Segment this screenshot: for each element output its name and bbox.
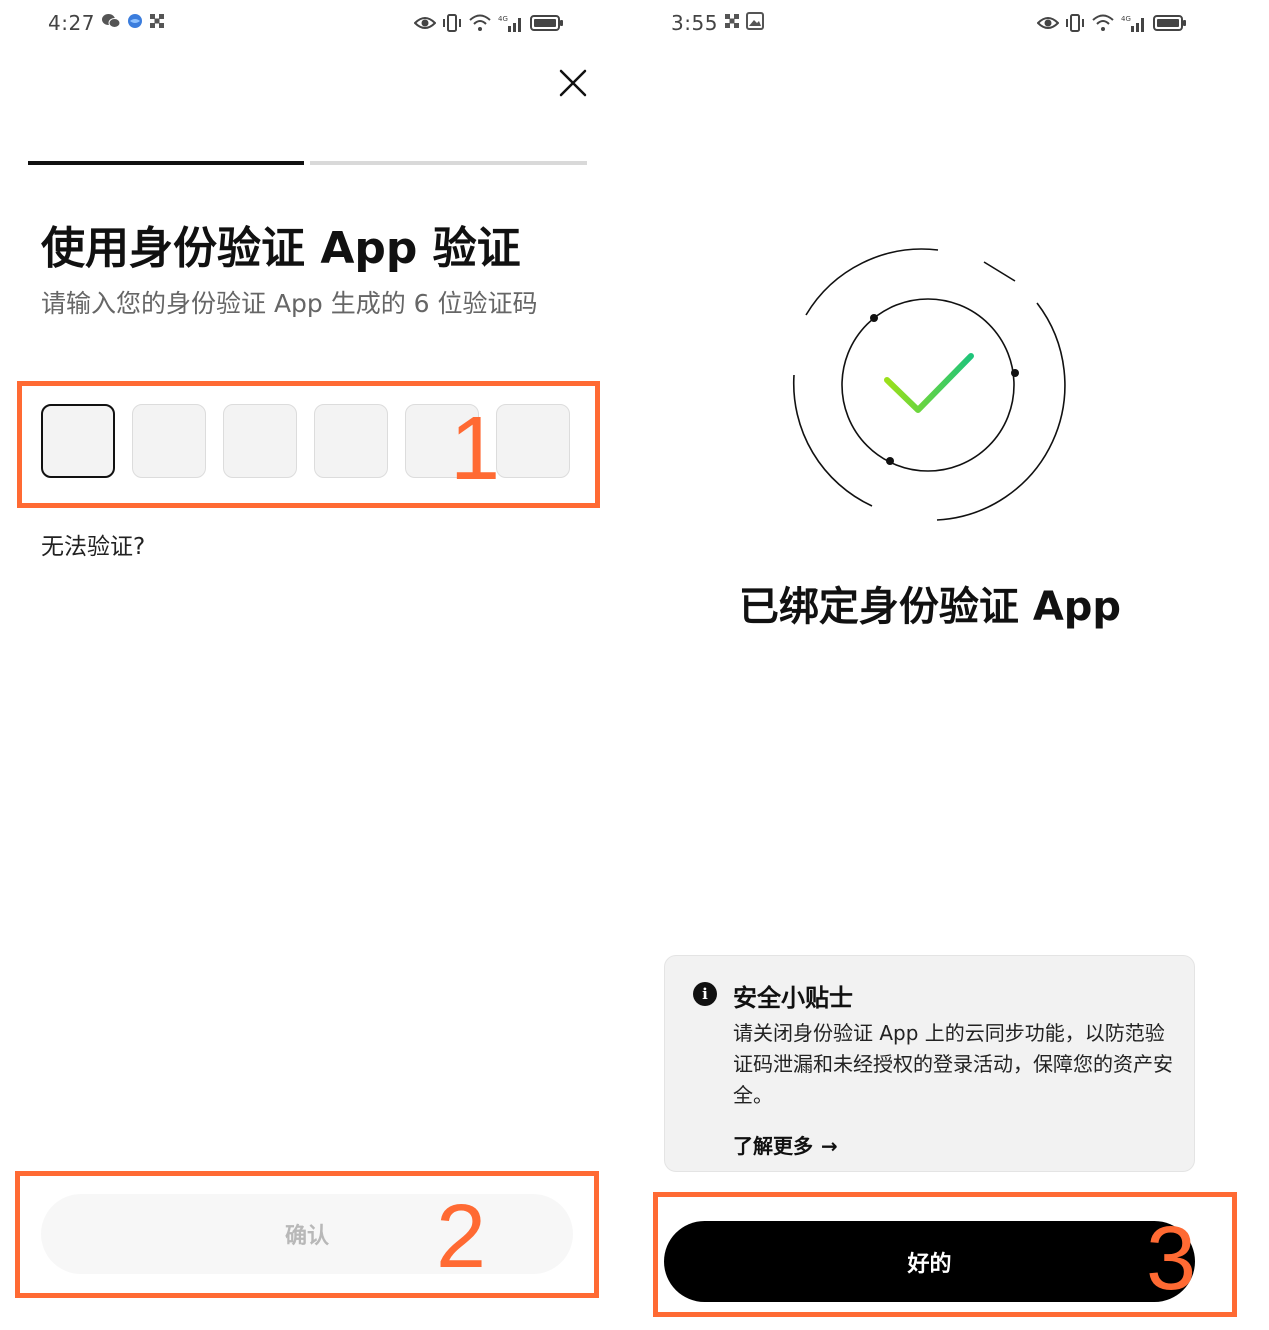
- arrow-right-icon: →: [821, 1134, 838, 1158]
- learn-more-link[interactable]: 了解更多 →: [733, 1130, 838, 1159]
- verify-screen: 4:27 4G 使用身份验证 App 验证 请输入您的身份验证 App 生成的 …: [0, 0, 620, 1330]
- close-icon: [559, 69, 587, 97]
- info-icon: i: [693, 982, 717, 1006]
- vibrate-icon: [1066, 14, 1084, 32]
- annotation-number-2: 2: [436, 1187, 487, 1287]
- wechat-icon: [101, 13, 121, 33]
- wifi-icon: [1092, 14, 1114, 31]
- status-bar-right: 3:55: [671, 6, 764, 40]
- status-time: 3:55: [671, 11, 718, 35]
- app-grid-icon: [724, 13, 740, 33]
- annotation-box-2: [15, 1171, 599, 1298]
- tip-title: 安全小贴士: [733, 984, 853, 1012]
- vibrate-icon: [443, 14, 461, 32]
- status-bar-left: 4:27: [48, 6, 165, 40]
- signal-icon: 4G: [498, 15, 521, 32]
- browser-icon: [127, 13, 143, 33]
- bound-title: 已绑定身份验证 App: [738, 584, 1122, 630]
- app-grid-icon: [149, 13, 165, 33]
- battery-icon: [530, 15, 563, 31]
- bound-success-screen: 3:55 4G 已绑定身份验证 App i 安全小贴士 请关闭身份验证 App …: [630, 0, 1269, 1330]
- signal-icon: 4G: [1121, 15, 1144, 32]
- image-icon: [745, 12, 764, 34]
- learn-more-label: 了解更多: [733, 1134, 813, 1158]
- eye-icon: [1037, 17, 1059, 29]
- svg-text:4G: 4G: [498, 15, 508, 23]
- eye-icon: [414, 17, 436, 29]
- tip-body: 请关闭身份验证 App 上的云同步功能，以防范验证码泄漏和未经授权的登录活动，保…: [733, 1021, 1173, 1107]
- cant-verify-link[interactable]: 无法验证?: [41, 527, 145, 561]
- annotation-box-1: [17, 381, 600, 508]
- wifi-icon: [469, 14, 491, 31]
- annotation-number-1: 1: [450, 399, 501, 499]
- status-icons-right: 4G: [1037, 10, 1187, 36]
- svg-text:4G: 4G: [1121, 15, 1131, 23]
- page-subtitle: 请输入您的身份验证 App 生成的 6 位验证码: [41, 289, 538, 318]
- close-button[interactable]: [556, 66, 590, 100]
- status-icons-left: 4G: [414, 10, 564, 36]
- progress-step-1: [28, 161, 304, 165]
- success-check-illustration: [792, 248, 1066, 521]
- page-title: 使用身份验证 App 验证: [41, 223, 521, 274]
- security-tip-card: i 安全小贴士 请关闭身份验证 App 上的云同步功能，以防范验证码泄漏和未经授…: [664, 955, 1195, 1172]
- annotation-number-3: 3: [1146, 1209, 1197, 1309]
- battery-icon: [1153, 15, 1186, 31]
- status-time: 4:27: [48, 11, 95, 35]
- progress-step-2: [310, 161, 587, 165]
